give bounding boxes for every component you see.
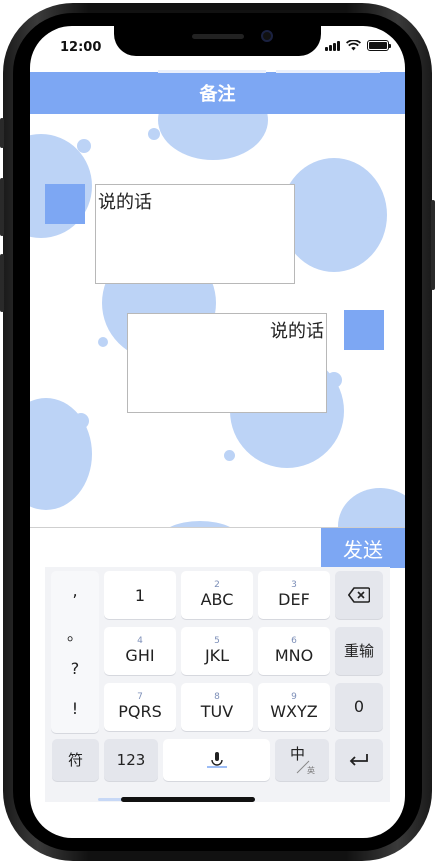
language-switch-key[interactable]: 中 英 xyxy=(275,739,329,781)
screen: 12:00 备注 说的话 说的话 发送 , 。 ? ! 1 2 ABC 3 DE… xyxy=(30,26,405,838)
cellular-signal-icon xyxy=(325,40,340,51)
key-sup-label: 4 xyxy=(137,636,143,646)
key-sup-label: 5 xyxy=(214,636,220,646)
punct-question-key[interactable]: ? xyxy=(51,659,99,678)
key-4[interactable]: 4 GHI xyxy=(104,627,176,675)
avatar[interactable] xyxy=(344,310,384,350)
front-camera xyxy=(261,30,273,42)
decor-bubble xyxy=(224,450,235,461)
header-tab-indicator xyxy=(276,70,380,73)
decor-bubble xyxy=(148,128,160,140)
message-input[interactable] xyxy=(30,528,321,567)
retype-key[interactable]: 重输 xyxy=(335,627,383,675)
message-box-left[interactable]: 说的话 xyxy=(95,184,295,284)
app-header: 备注 xyxy=(30,70,405,114)
decor-bubble xyxy=(158,114,268,160)
key-label: PQRS xyxy=(118,702,162,721)
key-5[interactable]: 5 JKL xyxy=(181,627,253,675)
punct-period-key[interactable]: 。 xyxy=(51,621,99,645)
message-box-right[interactable]: 说的话 xyxy=(127,313,327,413)
wifi-icon xyxy=(346,40,361,51)
key-1[interactable]: 1 xyxy=(104,571,176,619)
key-sup-label: 6 xyxy=(291,636,297,646)
composer: 发送 xyxy=(30,527,405,568)
speaker xyxy=(192,34,244,39)
decor-bubble xyxy=(338,488,405,527)
punct-comma-key[interactable]: , xyxy=(51,581,99,600)
key-label: 123 xyxy=(116,751,146,769)
send-button[interactable]: 发送 xyxy=(321,528,405,568)
key-3[interactable]: 3 DEF xyxy=(258,571,330,619)
decor-bubble xyxy=(73,413,89,429)
numbers-key[interactable]: 123 xyxy=(104,739,158,781)
decor-bubble xyxy=(369,202,385,218)
decor-bubble xyxy=(326,372,342,388)
key-label: JKL xyxy=(204,646,230,665)
decor-bubble xyxy=(77,139,91,153)
key-0[interactable]: 0 xyxy=(335,683,383,731)
return-icon xyxy=(349,754,368,766)
key-label: 符 xyxy=(67,751,83,769)
backspace-icon xyxy=(348,587,370,603)
key-sup-label: 9 xyxy=(291,692,297,702)
home-indicator[interactable] xyxy=(121,797,255,802)
key-label: MNO xyxy=(274,646,314,665)
notch xyxy=(114,26,321,56)
key-2[interactable]: 2 ABC xyxy=(181,571,253,619)
volume-down-button xyxy=(0,254,4,312)
microphone-icon xyxy=(206,752,227,768)
key-label: 重输 xyxy=(343,642,374,660)
key-label: DEF xyxy=(278,590,310,609)
delete-key[interactable] xyxy=(335,571,383,619)
page-title: 备注 xyxy=(199,84,236,105)
status-time: 12:00 xyxy=(60,40,102,55)
key-label: GHI xyxy=(125,646,155,665)
symbols-key[interactable]: 符 xyxy=(52,739,99,781)
key-label: TUV xyxy=(200,702,234,721)
key-label: WXYZ xyxy=(270,702,318,721)
keyboard: , 。 ? ! 1 2 ABC 3 DEF 4 GHI 5 JKL 6 MNO … xyxy=(45,567,390,802)
key-9[interactable]: 9 WXYZ xyxy=(258,683,330,731)
punctuation-column[interactable]: , 。 ? ! xyxy=(51,571,99,733)
key-label: 1 xyxy=(134,585,146,605)
avatar[interactable] xyxy=(45,184,85,224)
status-icons xyxy=(325,40,391,51)
key-sup-label: 8 xyxy=(214,692,220,702)
key-6[interactable]: 6 MNO xyxy=(258,627,330,675)
power-button xyxy=(431,200,435,290)
chat-area[interactable]: 说的话 说的话 xyxy=(30,114,405,527)
volume-up-button xyxy=(0,178,4,236)
decor-bubble xyxy=(98,337,108,347)
punct-exclaim-key[interactable]: ! xyxy=(51,699,99,718)
key-7[interactable]: 7 PQRS xyxy=(104,683,176,731)
space-voice-key[interactable] xyxy=(163,739,270,781)
enter-key[interactable] xyxy=(335,739,383,781)
key-sup-label: 7 xyxy=(137,692,143,702)
mute-switch xyxy=(0,118,4,148)
battery-icon xyxy=(367,40,391,51)
key-label: 0 xyxy=(353,697,365,716)
slash-divider xyxy=(296,760,310,774)
key-sup-label: 2 xyxy=(214,580,220,590)
key-8[interactable]: 8 TUV xyxy=(181,683,253,731)
header-tab-indicator xyxy=(158,70,266,73)
key-sup-label: 3 xyxy=(291,580,297,590)
key-label: ABC xyxy=(200,590,234,609)
